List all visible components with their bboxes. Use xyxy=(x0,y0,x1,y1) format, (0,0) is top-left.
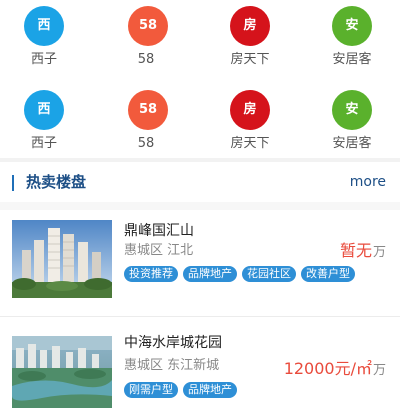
shortcut-xizi[interactable]: 西 西子 xyxy=(0,0,100,78)
listing-location: 惠城区 东江新城 xyxy=(124,358,220,373)
shortcut-label: 西子 xyxy=(30,52,57,67)
price-unit: 万 xyxy=(372,363,386,378)
shortcut-fangtianxia[interactable]: 房 房天下 xyxy=(200,80,300,158)
shortcut-label: 58 xyxy=(137,52,155,67)
58-icon: 58 xyxy=(128,90,168,130)
shortcut-58[interactable]: 58 58 xyxy=(96,0,196,78)
tag-badge: 刚需户型 xyxy=(124,382,178,398)
price-value: 12000元/㎡ xyxy=(283,359,372,378)
listing-tags: 投资推荐 品牌地产 花园社区 改善户型 xyxy=(124,266,360,285)
price-value: 暂无 xyxy=(339,241,372,260)
shortcut-label: 房天下 xyxy=(230,52,270,67)
header-gap xyxy=(0,202,400,210)
listing-tags: 刚需户型 品牌地产 xyxy=(124,382,242,401)
shortcut-xizi[interactable]: 西 西子 xyxy=(0,80,100,158)
listing-item[interactable]: 中海水岸城花园 惠城区 东江新城 12000元/㎡万 刚需户型 品牌地产 xyxy=(0,328,400,408)
listing-name: 鼎峰国汇山 xyxy=(124,223,194,239)
58-icon: 58 xyxy=(128,6,168,46)
listing-item[interactable]: 鼎峰国汇山 惠城区 江北 暂无万 投资推荐 品牌地产 花园社区 改善户型 xyxy=(0,210,400,310)
section-header: 热卖楼盘 more xyxy=(0,162,400,202)
tag-badge: 花园社区 xyxy=(242,266,296,282)
xi-icon: 西 xyxy=(24,6,64,46)
price-unit: 万 xyxy=(372,245,386,260)
tag-badge: 投资推荐 xyxy=(124,266,178,282)
section-title: 热卖楼盘 xyxy=(26,173,87,191)
fang-icon: 房 xyxy=(230,90,270,130)
tag-badge: 品牌地产 xyxy=(183,382,237,398)
an-icon: 安 xyxy=(332,6,372,46)
listing-name: 中海水岸城花园 xyxy=(124,335,222,351)
shortcut-fangtianxia[interactable]: 房 房天下 xyxy=(200,0,300,78)
section-accent-bar xyxy=(12,175,14,191)
fang-icon: 房 xyxy=(230,6,270,46)
xi-icon: 西 xyxy=(24,90,64,130)
listing-price: 12000元/㎡万 xyxy=(284,359,386,381)
shortcut-label: 58 xyxy=(137,136,155,151)
shortcut-row-2: 西 西子 58 58 房 房天下 安 安居客 xyxy=(0,80,400,158)
listing-location: 惠城区 江北 xyxy=(124,243,194,258)
more-link[interactable]: more xyxy=(350,173,386,191)
listing-photo xyxy=(12,220,112,298)
shortcut-anjuke[interactable]: 安 安居客 xyxy=(302,0,400,78)
tag-badge: 品牌地产 xyxy=(183,266,237,282)
listing-price: 暂无万 xyxy=(340,241,386,263)
shortcut-row-1: 西 西子 58 58 房 房天下 安 安居客 xyxy=(0,0,400,78)
shortcut-label: 安居客 xyxy=(332,52,372,67)
tag-badge: 改善户型 xyxy=(301,266,355,282)
shortcut-label: 西子 xyxy=(30,136,57,151)
shortcut-label: 安居客 xyxy=(332,136,372,151)
an-icon: 安 xyxy=(332,90,372,130)
shortcut-label: 房天下 xyxy=(230,136,270,151)
shortcut-58[interactable]: 58 58 xyxy=(96,80,196,158)
listing-photo xyxy=(12,336,112,408)
shortcut-anjuke[interactable]: 安 安居客 xyxy=(302,80,400,158)
listing-divider xyxy=(0,316,400,317)
